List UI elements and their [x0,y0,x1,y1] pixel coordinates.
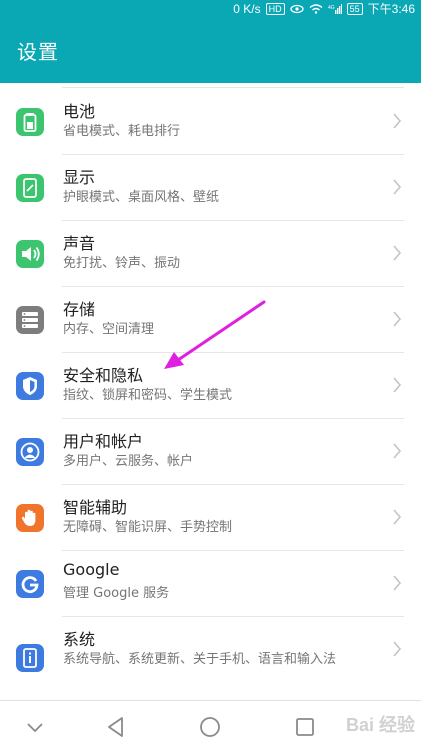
settings-item-battery[interactable]: 电池 省电模式、耗电排行 [0,89,421,155]
eye-comfort-icon [289,4,304,14]
chevron-right-icon [393,443,402,459]
item-subtitle: 指纹、锁屏和密码、学生模式 [63,388,233,403]
item-title: 显示 [63,168,96,187]
settings-item-smart-assist[interactable]: 智能辅助 无障碍、智能识屏、手势控制 [0,485,421,551]
list-divider [62,87,404,88]
chevron-right-icon [393,311,402,327]
navigation-bar: Bai 经验 [0,700,421,751]
watermark: Bai 经验 [345,715,415,735]
battery-indicator: 55 [346,2,363,15]
item-title: 安全和隐私 [63,366,144,385]
chevron-right-icon [393,113,402,129]
item-title: Google [63,560,120,579]
settings-item-users[interactable]: 用户和帐户 多用户、云服务、帐户 [0,419,421,485]
status-bar: 0 K/s HD 4G 55 下午3:46 [0,0,421,17]
sound-icon [16,240,44,268]
hand-icon [16,504,44,532]
item-title: 用户和帐户 [63,432,144,451]
hd-badge: HD [265,2,285,15]
item-subtitle: 系统导航、系统更新、关于手机、语言和输入法 [63,652,337,667]
item-title: 存储 [63,300,96,319]
settings-item-security[interactable]: 安全和隐私 指纹、锁屏和密码、学生模式 [0,353,421,419]
chevron-right-icon [393,245,402,261]
app-header: 设置 [0,17,421,83]
home-icon[interactable] [197,714,223,740]
google-icon [16,570,44,598]
battery-icon [16,108,44,136]
item-subtitle: 免打扰、铃声、振动 [63,256,181,271]
collapse-icon[interactable] [22,714,48,740]
item-subtitle: 省电模式、耗电排行 [63,124,181,139]
item-subtitle: 内存、空间清理 [63,322,155,337]
chevron-right-icon [393,509,402,525]
item-subtitle: 无障碍、智能识屏、手势控制 [63,520,233,535]
signal-icon: 4G [328,3,342,14]
item-subtitle: 管理 Google 服务 [63,586,170,601]
svg-text:4G: 4G [328,5,335,11]
page-title: 设置 [17,39,59,64]
settings-item-google[interactable]: Google 管理 Google 服务 [0,551,421,617]
back-icon[interactable] [103,714,129,740]
chevron-right-icon [393,575,402,591]
storage-icon [16,306,44,334]
settings-item-sound[interactable]: 声音 免打扰、铃声、振动 [0,221,421,287]
chevron-right-icon [393,179,402,195]
chevron-right-icon [393,377,402,393]
item-subtitle: 护眼模式、桌面风格、壁纸 [63,190,220,205]
settings-item-system[interactable]: 系统 系统导航、系统更新、关于手机、语言和输入法 [0,617,421,697]
system-info-icon [16,644,44,672]
settings-list[interactable]: 电池 省电模式、耗电排行 显示 护眼模式、桌面风格、壁纸 声音 免打扰、铃声、振… [0,83,421,700]
recents-icon[interactable] [292,714,318,740]
wifi-icon [309,3,323,14]
clock: 下午3:46 [367,2,415,16]
user-icon [16,438,44,466]
item-title: 声音 [63,234,96,253]
item-title: 电池 [63,102,96,121]
network-speed: 0 K/s [233,1,261,16]
settings-item-display[interactable]: 显示 护眼模式、桌面风格、壁纸 [0,155,421,221]
item-subtitle: 多用户、云服务、帐户 [63,454,194,469]
display-icon [16,174,44,202]
item-title: 智能辅助 [63,498,128,517]
settings-item-storage[interactable]: 存储 内存、空间清理 [0,287,421,353]
chevron-right-icon [393,641,402,657]
shield-icon [16,372,44,400]
item-title: 系统 [63,630,96,649]
